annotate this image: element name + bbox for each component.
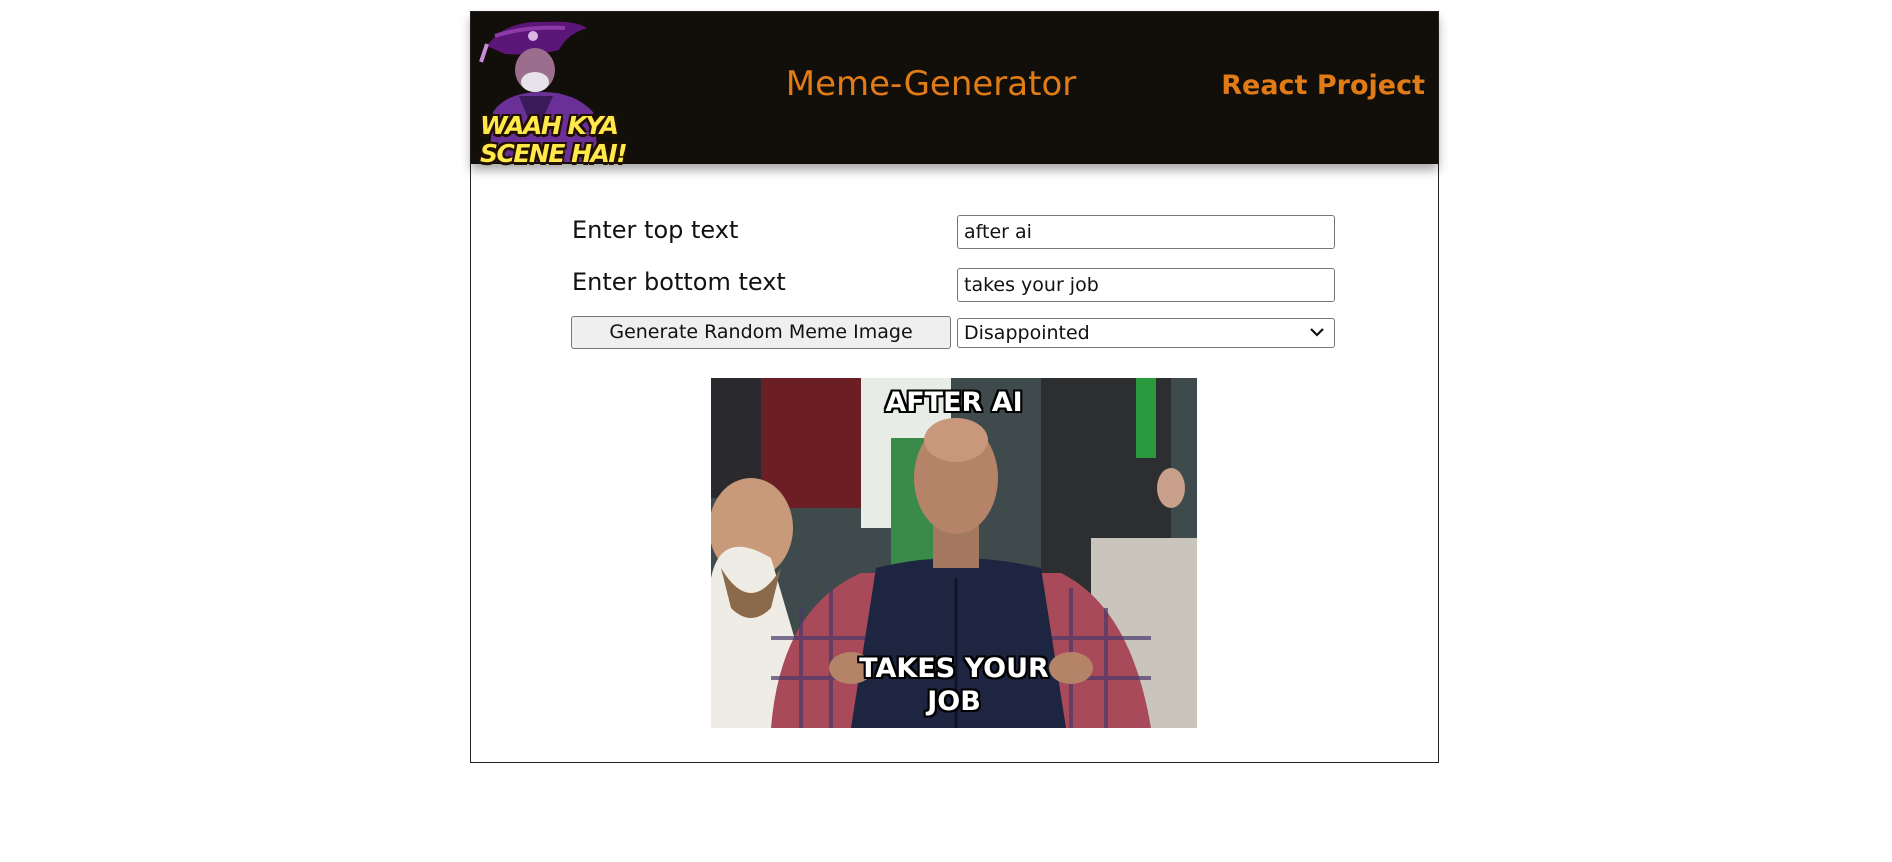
generate-random-meme-button[interactable]: Generate Random Meme Image	[571, 316, 951, 349]
meme-template-select[interactable]: Disappointed	[957, 318, 1335, 348]
header-subtitle: React Project	[1221, 70, 1425, 101]
logo: WAAH KYA SCENE HAI!	[475, 16, 628, 168]
bottom-text-label: Enter bottom text	[572, 268, 786, 296]
page-title: Meme-Generator	[785, 64, 1077, 104]
bottom-text-input[interactable]	[957, 268, 1335, 302]
header: WAAH KYA SCENE HAI! Meme-Generator React…	[471, 12, 1438, 168]
meme-bottom-caption: takes your job	[859, 653, 1049, 717]
logo-text: WAAH KYA SCENE HAI!	[480, 111, 628, 168]
top-text-label: Enter top text	[572, 216, 739, 244]
meme-generator-app: WAAH KYA SCENE HAI! Meme-Generator React…	[470, 11, 1439, 763]
meme-image: after ai takes your job	[711, 378, 1197, 728]
meme-top-caption: after ai	[885, 387, 1023, 418]
selected-meme-label: Disappointed	[964, 322, 1090, 344]
top-text-input[interactable]	[957, 215, 1335, 249]
chevron-down-icon	[1310, 328, 1324, 337]
